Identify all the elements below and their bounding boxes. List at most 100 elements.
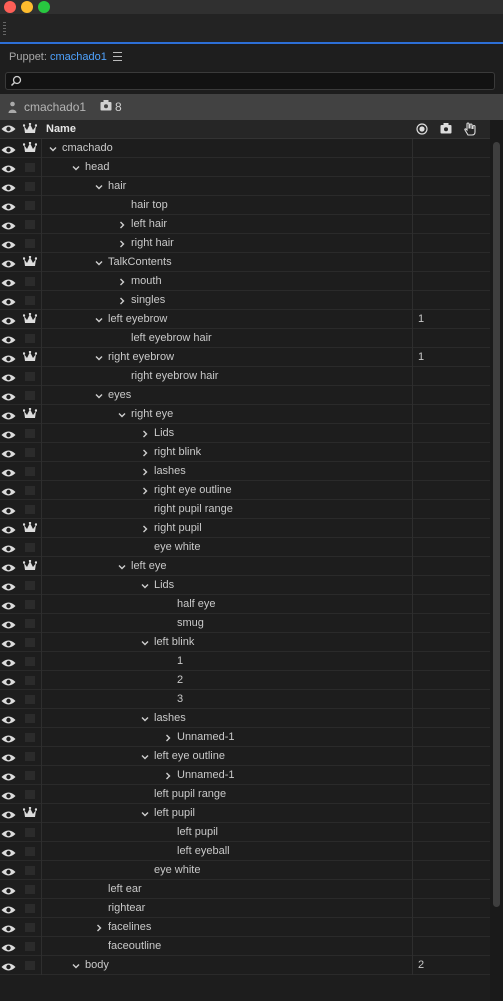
chevron-right-icon[interactable] <box>140 447 150 457</box>
independence-toggle[interactable] <box>25 923 35 932</box>
layer-row[interactable]: faceoutline <box>0 937 490 956</box>
independence-toggle[interactable] <box>25 885 35 894</box>
eye-icon[interactable] <box>1 353 16 367</box>
independence-toggle[interactable] <box>25 942 35 951</box>
layer-row[interactable]: hair top <box>0 196 490 215</box>
layer-row[interactable]: left eyeball <box>0 842 490 861</box>
eye-icon[interactable] <box>1 486 16 500</box>
independence-toggle[interactable] <box>25 961 35 970</box>
eye-icon[interactable] <box>1 505 16 519</box>
crown-icon[interactable] <box>23 123 37 135</box>
eye-icon[interactable] <box>1 429 16 443</box>
independence-toggle[interactable] <box>25 220 35 229</box>
crown-icon[interactable] <box>22 407 38 423</box>
chevron-right-icon[interactable] <box>94 922 104 932</box>
eye-icon[interactable] <box>1 866 16 880</box>
eye-icon[interactable] <box>1 144 16 158</box>
eye-icon[interactable] <box>1 828 16 842</box>
minimize-window-button[interactable] <box>21 1 33 13</box>
chevron-down-icon[interactable] <box>140 808 150 818</box>
layer-row[interactable]: left ear <box>0 880 490 899</box>
eye-icon[interactable] <box>1 296 16 310</box>
independence-toggle[interactable] <box>25 866 35 875</box>
independence-toggle[interactable] <box>25 429 35 438</box>
chevron-right-icon[interactable] <box>140 523 150 533</box>
layer-row[interactable]: right pupil range <box>0 500 490 519</box>
independence-toggle[interactable] <box>25 467 35 476</box>
eye-icon[interactable] <box>1 182 16 196</box>
layer-row[interactable]: singles <box>0 291 490 310</box>
layer-row[interactable]: eyes <box>0 386 490 405</box>
chevron-down-icon[interactable] <box>117 561 127 571</box>
chevron-down-icon[interactable] <box>140 637 150 647</box>
independence-toggle[interactable] <box>25 581 35 590</box>
layer-row[interactable]: Unnamed-1 <box>0 728 490 747</box>
layer-row[interactable]: left eye outline <box>0 747 490 766</box>
eye-icon[interactable] <box>1 201 16 215</box>
independence-toggle[interactable] <box>25 695 35 704</box>
eye-icon[interactable] <box>1 315 16 329</box>
tag-icon[interactable] <box>440 123 452 134</box>
layer-row[interactable]: left pupil range <box>0 785 490 804</box>
hand-icon[interactable] <box>463 122 477 137</box>
independence-toggle[interactable] <box>25 372 35 381</box>
layer-row[interactable]: right eyebrow hair <box>0 367 490 386</box>
chevron-down-icon[interactable] <box>71 162 81 172</box>
eye-icon[interactable] <box>1 638 16 652</box>
independence-toggle[interactable] <box>25 448 35 457</box>
chevron-down-icon[interactable] <box>94 257 104 267</box>
chevron-right-icon[interactable] <box>117 238 127 248</box>
chevron-down-icon[interactable] <box>94 352 104 362</box>
vertical-scrollbar[interactable] <box>490 120 503 1001</box>
layer-row[interactable]: right blink <box>0 443 490 462</box>
chevron-right-icon[interactable] <box>117 295 127 305</box>
eye-icon[interactable] <box>1 885 16 899</box>
layer-row[interactable]: hair <box>0 177 490 196</box>
layer-row[interactable]: lashes <box>0 709 490 728</box>
layer-row[interactable]: smug <box>0 614 490 633</box>
independence-toggle[interactable] <box>25 277 35 286</box>
layer-row[interactable]: left pupil <box>0 804 490 823</box>
independence-toggle[interactable] <box>25 676 35 685</box>
layer-row[interactable]: half eye <box>0 595 490 614</box>
panel-menu-icon[interactable] <box>113 52 122 61</box>
layer-row[interactable]: right eyebrow 1 <box>0 348 490 367</box>
panel-grip-handle[interactable] <box>3 22 6 36</box>
layer-row[interactable]: eye white <box>0 538 490 557</box>
layer-row[interactable]: facelines <box>0 918 490 937</box>
eye-icon[interactable] <box>1 923 16 937</box>
eye-icon[interactable] <box>1 790 16 804</box>
eye-icon[interactable] <box>1 543 16 557</box>
eye-icon[interactable] <box>1 163 16 177</box>
chevron-down-icon[interactable] <box>140 580 150 590</box>
puppet-bar[interactable]: cmachado1 8 <box>0 94 503 120</box>
independence-toggle[interactable] <box>25 505 35 514</box>
eye-icon[interactable] <box>1 752 16 766</box>
independence-toggle[interactable] <box>25 790 35 799</box>
layer-row[interactable]: lashes <box>0 462 490 481</box>
eye-icon[interactable] <box>1 258 16 272</box>
eye-icon[interactable] <box>1 904 16 918</box>
independence-toggle[interactable] <box>25 201 35 210</box>
independence-toggle[interactable] <box>25 714 35 723</box>
layer-row[interactable]: left hair <box>0 215 490 234</box>
eye-icon[interactable] <box>1 771 16 785</box>
independence-toggle[interactable] <box>25 657 35 666</box>
chevron-right-icon[interactable] <box>140 485 150 495</box>
chevron-down-icon[interactable] <box>140 713 150 723</box>
independence-toggle[interactable] <box>25 847 35 856</box>
crown-icon[interactable] <box>22 312 38 328</box>
eye-icon[interactable] <box>1 714 16 728</box>
eye-icon[interactable] <box>1 448 16 462</box>
record-icon[interactable] <box>416 123 428 135</box>
eye-icon[interactable] <box>1 942 16 956</box>
chevron-down-icon[interactable] <box>94 314 104 324</box>
eye-icon[interactable] <box>1 277 16 291</box>
layer-row[interactable]: Unnamed-1 <box>0 766 490 785</box>
eye-icon[interactable] <box>1 733 16 747</box>
crown-icon[interactable] <box>22 141 38 157</box>
scrollbar-thumb[interactable] <box>493 142 500 907</box>
close-window-button[interactable] <box>4 1 16 13</box>
independence-toggle[interactable] <box>25 543 35 552</box>
independence-toggle[interactable] <box>25 182 35 191</box>
